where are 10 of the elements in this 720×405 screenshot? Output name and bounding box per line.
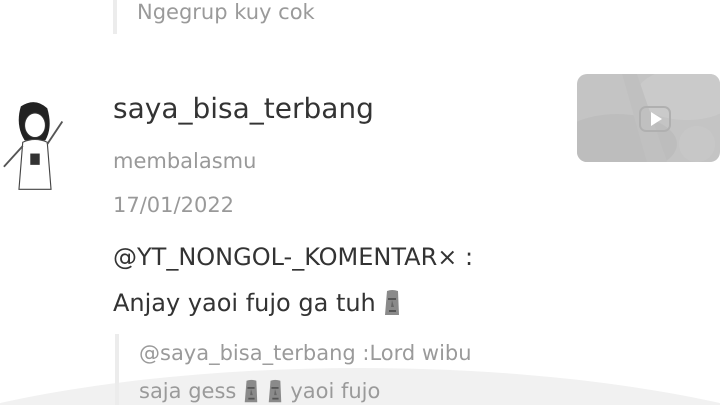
quoted-text: saja gess (139, 378, 236, 405)
comment-text: Anjay yaoi fujo ga tuh (113, 288, 376, 319)
comment-text: @YT_NONGOL-_KOMENTAR× : (113, 242, 474, 273)
quoted-text: @saya_bisa_terbang :Lord wibu (139, 340, 472, 367)
quoted-text: yaoi fujo (290, 378, 380, 405)
username[interactable]: saya_bisa_terbang (113, 88, 374, 130)
quoted-reply: Ngegrup kuy cok (137, 0, 315, 24)
play-icon[interactable] (639, 106, 671, 132)
date-text: 17/01/2022 (113, 192, 236, 219)
action-text: membalasmu (113, 148, 258, 175)
